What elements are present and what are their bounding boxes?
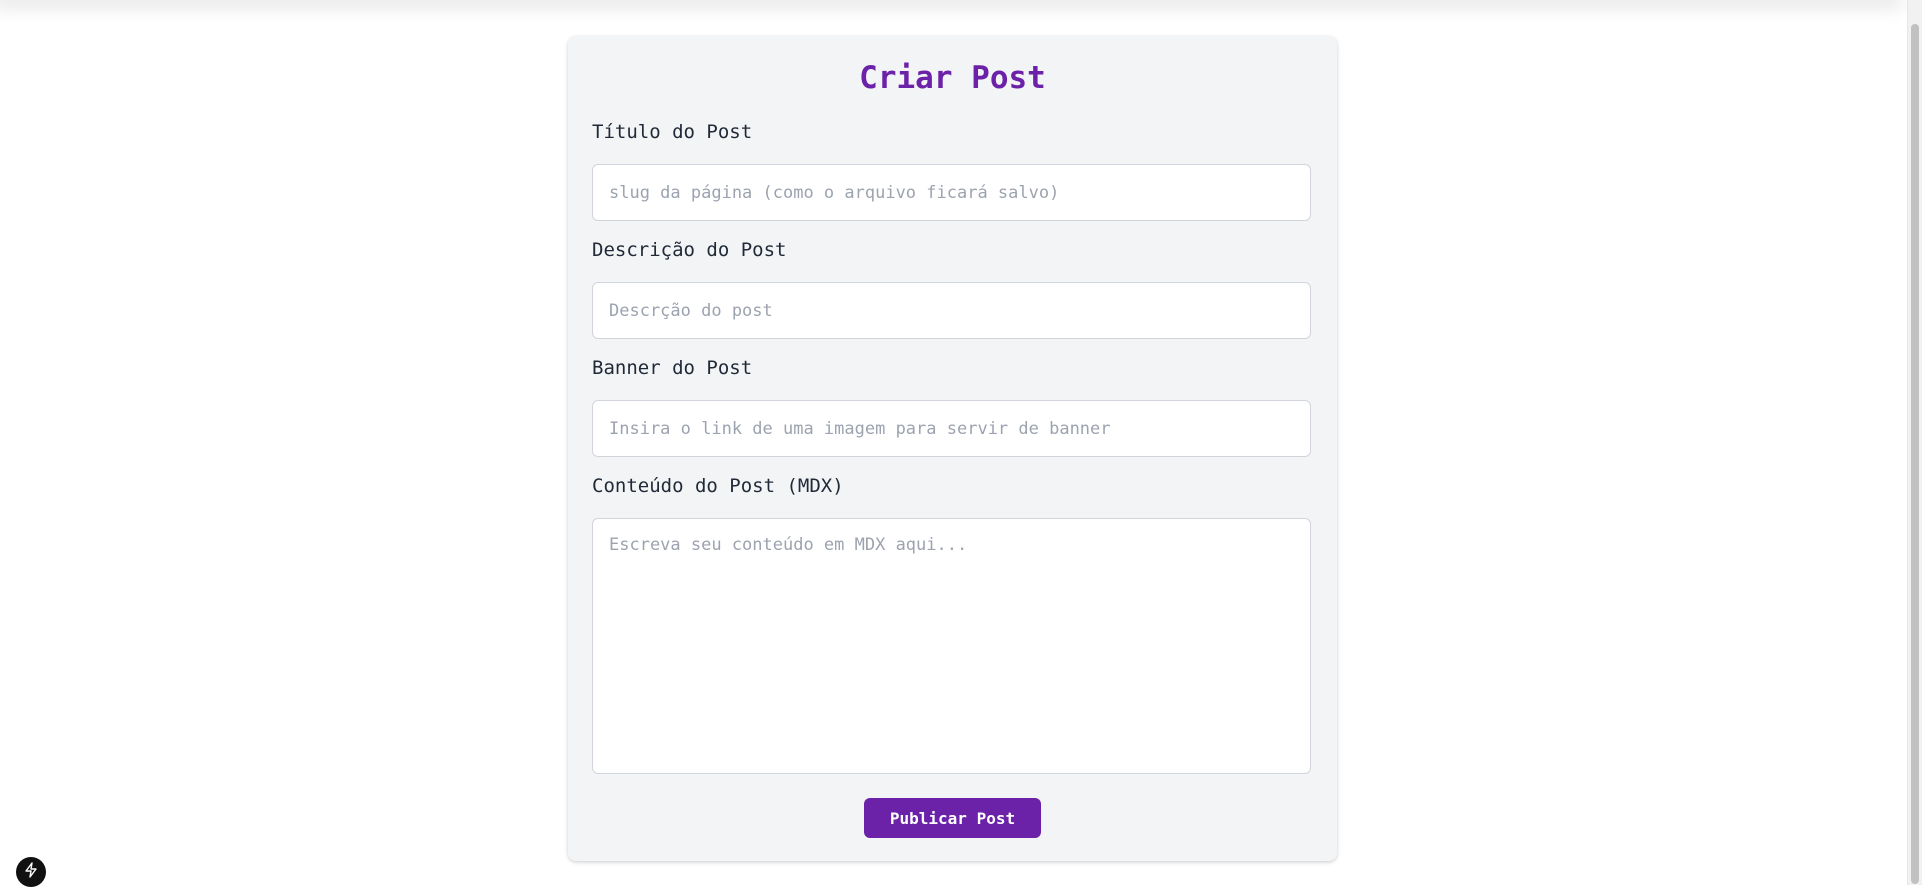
post-description-label: Descrição do Post — [592, 239, 787, 261]
page-title: Criar Post — [859, 60, 1046, 96]
create-post-card: Criar Post Título do Post Descrição do P… — [568, 36, 1337, 861]
publish-post-button[interactable]: Publicar Post — [864, 798, 1041, 838]
dev-tools-badge[interactable] — [16, 857, 46, 887]
scrollbar-thumb[interactable] — [1911, 24, 1919, 884]
post-banner-input[interactable] — [592, 400, 1311, 457]
post-content-textarea[interactable] — [592, 518, 1311, 774]
post-content-label: Conteúdo do Post (MDX) — [592, 475, 844, 497]
post-banner-label: Banner do Post — [592, 357, 753, 379]
post-title-label: Título do Post — [592, 121, 753, 143]
vertical-scrollbar[interactable] — [1907, 0, 1922, 885]
post-description-input[interactable] — [592, 282, 1311, 339]
lightning-bolt-icon — [24, 862, 38, 882]
post-title-input[interactable] — [592, 164, 1311, 221]
